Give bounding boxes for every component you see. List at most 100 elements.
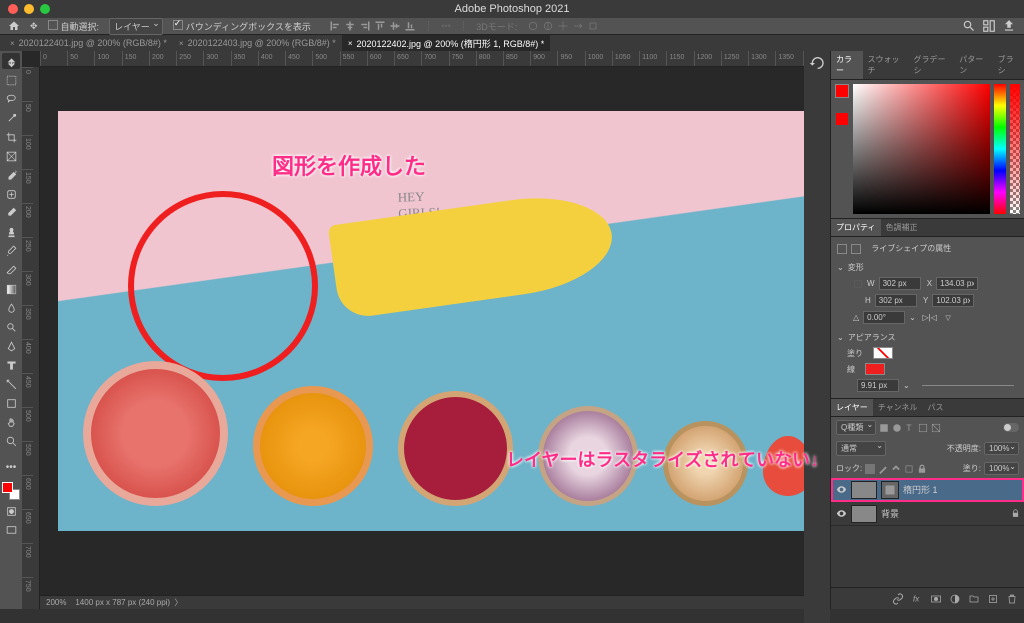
workspace-icon[interactable]	[982, 19, 996, 33]
align-hcenter-icon[interactable]	[344, 20, 356, 32]
stroke-swatch[interactable]	[865, 363, 885, 375]
edit-toolbar[interactable]: •••	[2, 459, 20, 475]
delete-layer-icon[interactable]	[1006, 593, 1018, 605]
ellipse-shape[interactable]	[128, 191, 318, 381]
window-minimize[interactable]	[24, 4, 34, 14]
zoom-tool[interactable]	[2, 433, 20, 449]
pen-tool[interactable]	[2, 338, 20, 354]
history-panel-icon[interactable]	[809, 55, 825, 71]
tab-close-icon[interactable]: ×	[10, 39, 15, 48]
brush-tool[interactable]	[2, 205, 20, 221]
tab-paths[interactable]: パス	[923, 399, 949, 416]
document-tab-2[interactable]: ×2020122402.jpg @ 200% (楕円形 1, RGB/8#) *	[342, 35, 550, 52]
lock-transparent-icon[interactable]	[865, 464, 875, 474]
tab-adjustments[interactable]: 色調補正	[881, 219, 923, 236]
window-maximize[interactable]	[40, 4, 50, 14]
bg-swatch[interactable]	[835, 112, 849, 126]
tab-properties[interactable]: プロパティ	[831, 219, 881, 236]
color-tab-2[interactable]: グラデーシ	[908, 51, 954, 79]
prop-x[interactable]	[936, 277, 978, 290]
shape-tool[interactable]	[2, 395, 20, 411]
layer-mask-icon[interactable]	[930, 593, 942, 605]
layer-dropdown[interactable]: レイヤー	[109, 18, 163, 35]
healing-tool[interactable]	[2, 186, 20, 202]
lock-all-icon[interactable]	[917, 464, 927, 474]
quickmask-tool[interactable]	[2, 503, 20, 519]
filter-shape-icon[interactable]	[918, 423, 928, 433]
visibility-icon[interactable]	[835, 484, 847, 496]
color-tab-1[interactable]: スウォッチ	[863, 51, 909, 79]
tab-channels[interactable]: チャンネル	[873, 399, 923, 416]
color-field[interactable]	[853, 84, 990, 214]
dodge-tool[interactable]	[2, 319, 20, 335]
screenmode-tool[interactable]	[2, 522, 20, 538]
canvas-area[interactable]: 0501001502002503003504004505005506006507…	[22, 51, 830, 609]
lasso-tool[interactable]	[2, 91, 20, 107]
prop-angle[interactable]	[863, 311, 905, 324]
tab-close-icon[interactable]: ×	[179, 39, 184, 48]
prop-y[interactable]	[932, 294, 974, 307]
layer-0[interactable]: 楕円形 1	[831, 478, 1024, 502]
type-tool[interactable]	[2, 357, 20, 373]
search-icon[interactable]	[962, 19, 976, 33]
prop-appearance-header[interactable]: アピアランス	[848, 332, 896, 343]
color-tab-3[interactable]: パターン	[954, 51, 992, 79]
new-layer-icon[interactable]	[987, 593, 999, 605]
filter-smart-icon[interactable]	[931, 423, 941, 433]
fill-swatch[interactable]	[873, 347, 893, 359]
layer-1[interactable]: 背景	[831, 502, 1024, 526]
lock-artboard-icon[interactable]	[904, 464, 914, 474]
eyedropper-tool[interactable]	[2, 167, 20, 183]
3d-slide-icon[interactable]	[572, 20, 584, 32]
tab-close-icon[interactable]: ×	[348, 39, 353, 48]
eraser-tool[interactable]	[2, 262, 20, 278]
filter-pixel-icon[interactable]	[879, 423, 889, 433]
crop-tool[interactable]	[2, 129, 20, 145]
visibility-icon[interactable]	[835, 508, 847, 520]
align-bottom-icon[interactable]	[404, 20, 416, 32]
stroke-weight-slider[interactable]	[922, 385, 1014, 386]
link-layers-icon[interactable]	[892, 593, 904, 605]
prop-stroke-width[interactable]	[857, 379, 899, 392]
blur-tool[interactable]	[2, 300, 20, 316]
filter-toggle[interactable]	[1003, 423, 1019, 432]
3d-zoom-icon[interactable]	[587, 20, 599, 32]
group-icon[interactable]	[968, 593, 980, 605]
layer-style-icon[interactable]: fx	[911, 593, 923, 605]
color-swatch[interactable]	[2, 482, 20, 500]
layer-filter[interactable]: Q種類	[836, 420, 876, 435]
filter-adjust-icon[interactable]	[892, 423, 902, 433]
alpha-slider[interactable]	[1010, 84, 1020, 214]
opacity-value[interactable]: 100%	[984, 442, 1019, 455]
align-vcenter-icon[interactable]	[389, 20, 401, 32]
hue-slider[interactable]	[994, 84, 1006, 214]
stamp-tool[interactable]	[2, 224, 20, 240]
lock-position-icon[interactable]	[891, 464, 901, 474]
prop-height[interactable]	[875, 294, 917, 307]
blend-mode[interactable]: 通常	[836, 441, 886, 456]
color-tab-4[interactable]: ブラシ	[993, 51, 1024, 79]
window-close[interactable]	[8, 4, 18, 14]
share-icon[interactable]	[1002, 19, 1016, 33]
path-tool[interactable]	[2, 376, 20, 392]
gradient-tool[interactable]	[2, 281, 20, 297]
adjustment-layer-icon[interactable]	[949, 593, 961, 605]
auto-select-checkbox[interactable]	[48, 20, 58, 30]
prop-width[interactable]	[879, 277, 921, 290]
hand-tool[interactable]	[2, 414, 20, 430]
marquee-tool[interactable]	[2, 72, 20, 88]
prop-transform-header[interactable]: 変形	[848, 262, 864, 273]
align-top-icon[interactable]	[374, 20, 386, 32]
fg-swatch[interactable]	[835, 84, 849, 98]
move-tool[interactable]	[2, 53, 20, 69]
color-tab-0[interactable]: カラー	[831, 51, 863, 79]
fill-opacity-value[interactable]: 100%	[984, 462, 1019, 475]
canvas[interactable]: HEY GIRLS!	[58, 111, 818, 531]
show-bbox-checkbox[interactable]	[173, 20, 183, 30]
align-right-icon[interactable]	[359, 20, 371, 32]
tab-layers[interactable]: レイヤー	[831, 399, 873, 416]
3d-orbit-icon[interactable]	[527, 20, 539, 32]
3d-pan-icon[interactable]	[557, 20, 569, 32]
home-icon[interactable]	[8, 20, 20, 32]
filter-text-icon[interactable]: T	[905, 423, 915, 433]
